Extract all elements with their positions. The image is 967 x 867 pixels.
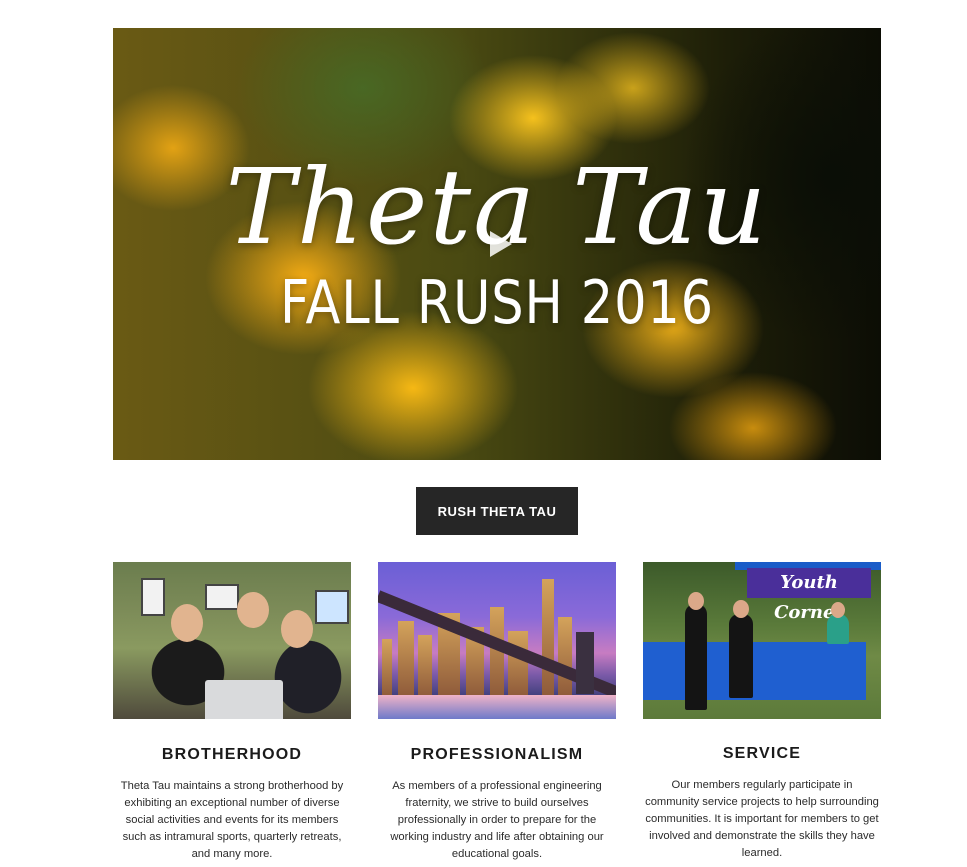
bridge-tower — [576, 632, 594, 694]
card-body: Our members regularly participate in com… — [645, 779, 879, 859]
person-head — [688, 592, 704, 610]
play-icon[interactable] — [490, 231, 512, 257]
hero-subtitle: FALL RUSH 2016 — [280, 268, 714, 338]
person-head — [733, 600, 749, 618]
building — [542, 579, 554, 697]
building — [398, 621, 414, 697]
sign-decoration — [141, 578, 165, 616]
card-body: As members of a professional engineering… — [390, 780, 604, 860]
person-head — [831, 602, 845, 618]
card-body: Theta Tau maintains a strong brotherhood… — [120, 780, 344, 860]
person-face — [171, 604, 203, 642]
hero-video[interactable]: Theta Tau FALL RUSH 2016 — [113, 28, 881, 460]
person — [729, 614, 753, 698]
building — [382, 639, 392, 697]
building — [508, 631, 528, 697]
card-title: BROTHERHOOD — [161, 746, 303, 763]
service-photo: Youth Corner — [643, 562, 881, 719]
youth-corner-banner: Youth Corner — [747, 568, 871, 623]
rush-button[interactable]: RUSH THETA TAU — [416, 487, 578, 535]
card-brotherhood: BROTHERHOOD Theta Tau maintains a strong… — [113, 562, 351, 863]
building — [558, 617, 572, 697]
sign-decoration — [315, 590, 349, 624]
card-title: PROFESSIONALISM — [410, 746, 584, 763]
person-face — [281, 610, 313, 648]
laptop — [205, 680, 283, 719]
card-title: SERVICE — [722, 745, 802, 762]
card-professionalism: PROFESSIONALISM As members of a professi… — [378, 562, 616, 863]
building — [418, 635, 432, 697]
person — [685, 604, 707, 710]
sign-decoration — [205, 584, 239, 610]
water — [378, 695, 616, 719]
skyline-photo — [378, 562, 616, 719]
card-service: Youth Corner SERVICE Our members regular… — [643, 562, 881, 862]
brotherhood-photo — [113, 562, 351, 719]
person — [827, 614, 849, 644]
person-face — [237, 592, 269, 628]
table — [643, 642, 866, 700]
